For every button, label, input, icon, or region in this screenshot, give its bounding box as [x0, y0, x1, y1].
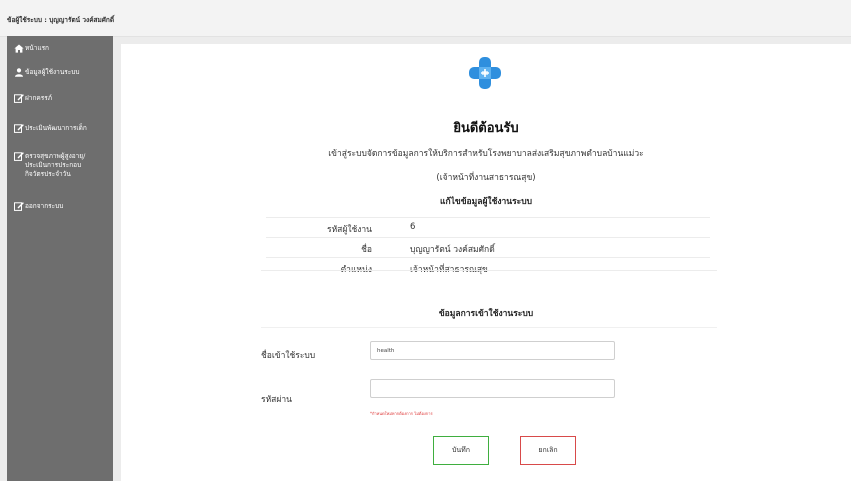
table-row: รหัสผู้ใช้งาน 6 [266, 217, 710, 237]
sidebar-item-label: ข้อมูลผู้ใช้งานระบบ [25, 68, 80, 76]
login-info-heading: ข้อมูลการเข้าใช้งานระบบ [438, 309, 534, 319]
medical-cross-logo-icon [468, 56, 502, 90]
save-button[interactable]: บันทึก [433, 436, 489, 465]
user-info-table: รหัสผู้ใช้งาน 6 ชื่อ บุญญารัตน์ วงค์สมศั… [266, 217, 710, 277]
user-role: (เจ้าหน้าที่งานสาธารณสุข) [436, 173, 536, 183]
sidebar: หน้าแรก ข้อมูลผู้ใช้งานระบบ ฝากครรภ์ ประ… [7, 36, 113, 481]
password-label: รหัสผ่าน [261, 395, 292, 405]
main-content: ยินดีต้อนรับ เข้าสู่ระบบจัดการข้อมูลการใ… [121, 44, 851, 481]
edit-user-heading: แก้ไขข้อมูลผู้ใช้งานระบบ [440, 197, 532, 207]
welcome-description: เข้าสู่ระบบจัดการข้อมูลการให้บริการสำหรั… [328, 149, 644, 159]
sidebar-item-label: ออกจากระบบ [25, 202, 64, 210]
welcome-heading: ยินดีต้อนรับ [453, 121, 519, 136]
username-label: ชื่อเข้าใช้ระบบ [261, 351, 316, 361]
sidebar-item-elderly-checkup[interactable]: ตรวจสุขภาพผู้สูงอายุ/ ประเมินการประกอบ ก… [14, 152, 112, 179]
sidebar-item-label: ประเมินพัฒนาการเด็ก [25, 124, 87, 132]
table-row: ตำแหน่ง เจ้าหน้าที่สาธารณสุข [266, 257, 710, 277]
cancel-button[interactable]: ยกเลิก [520, 436, 576, 465]
password-input[interactable] [370, 379, 615, 398]
edit-icon [14, 124, 24, 133]
sidebar-item-logout[interactable]: ออกจากระบบ [14, 202, 112, 211]
user-id-value: 6 [410, 222, 416, 232]
sidebar-item-label: ฝากครรภ์ [25, 94, 53, 102]
edit-icon [14, 94, 24, 103]
table-divider [261, 270, 717, 271]
current-user-label: ข้อผู้ใช้ระบบ : บุญญารัตน์ วงค์สมศักดิ์ [7, 16, 115, 24]
edit-icon [14, 202, 24, 211]
password-hint: *กำหนดใหม่หากต้องการ ไม่ต้องการ [370, 411, 433, 416]
position-label: ตำแหน่ง [340, 265, 372, 275]
sidebar-item-home[interactable]: หน้าแรก [14, 44, 112, 53]
sidebar-item-label: หน้าแรก [25, 44, 49, 52]
home-icon [14, 44, 24, 53]
section-divider [261, 327, 717, 328]
table-row: ชื่อ บุญญารัตน์ วงค์สมศักดิ์ [266, 237, 710, 257]
user-id-label: รหัสผู้ใช้งาน [327, 225, 372, 235]
position-value: เจ้าหน้าที่สาธารณสุข [410, 265, 488, 275]
edit-icon [14, 152, 24, 161]
sidebar-item-label: ตรวจสุขภาพผู้สูงอายุ/ ประเมินการประกอบ ก… [25, 152, 86, 178]
user-icon [14, 68, 24, 77]
name-value: บุญญารัตน์ วงค์สมศักดิ์ [410, 245, 495, 255]
name-label: ชื่อ [361, 245, 372, 255]
username-input[interactable] [370, 341, 615, 360]
sidebar-item-prenatal[interactable]: ฝากครรภ์ [14, 94, 112, 103]
top-bar: ข้อผู้ใช้ระบบ : บุญญารัตน์ วงค์สมศักดิ์ [0, 0, 851, 37]
sidebar-item-child-development[interactable]: ประเมินพัฒนาการเด็ก [14, 124, 112, 133]
sidebar-item-user-info[interactable]: ข้อมูลผู้ใช้งานระบบ [14, 68, 112, 77]
